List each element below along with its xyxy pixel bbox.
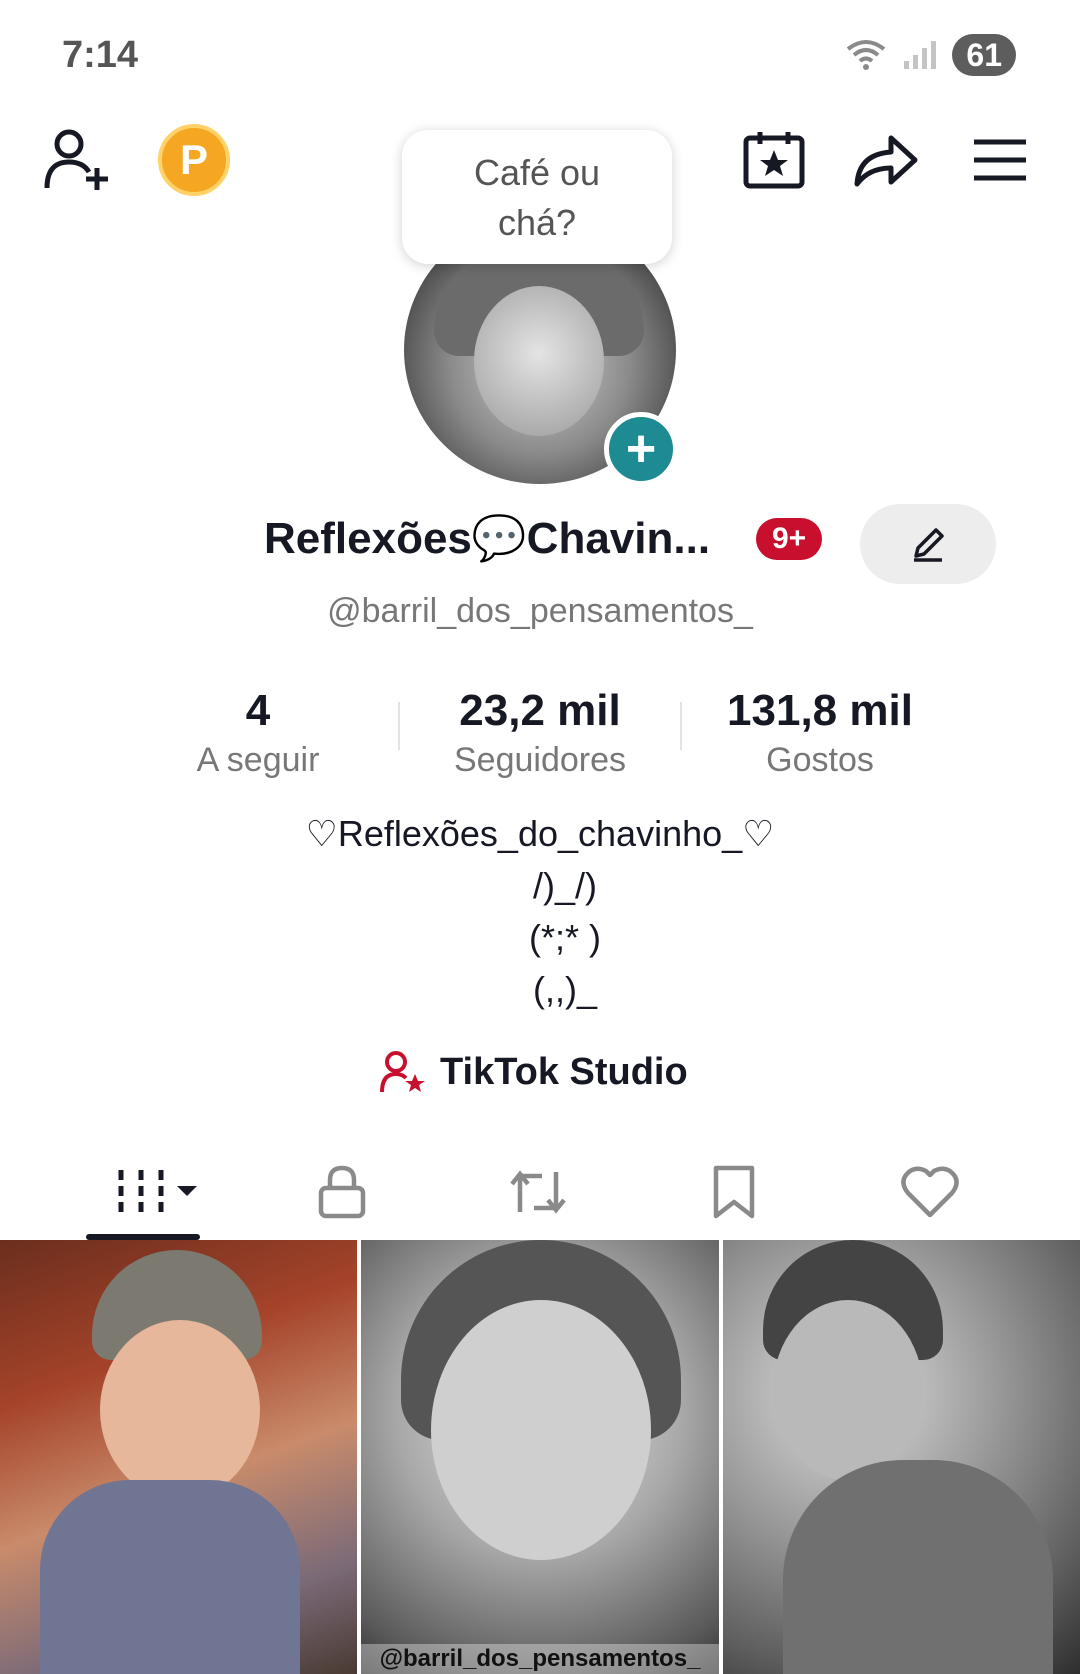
status-bar: 7:14 61 [0,0,1080,110]
pencil-icon [914,528,944,562]
lock-icon [318,1165,366,1219]
share-button[interactable] [846,120,926,200]
stat-following-label: A seguir [196,741,320,779]
avatar-face [474,286,604,436]
stats-row: 4 A seguir 23,2 mil Seguidores 131,8 mil… [0,684,1080,784]
edit-profile-button[interactable] [860,504,996,584]
thumbnail-shirt [40,1480,300,1674]
tab-saved[interactable] [684,1154,784,1230]
video-thumbnail[interactable]: @barril_dos_pensamentos_ [361,1240,719,1674]
calendar-star-icon [743,132,805,189]
thumbnail-face [431,1300,652,1560]
menu-button[interactable] [960,120,1040,200]
stat-followers-label: Seguidores [453,741,626,779]
person-star-icon [380,1051,425,1093]
heart-icon [901,1166,959,1218]
video-grid: @barril_dos_pensamentos_ [0,1240,1080,1674]
note-text: Café ou chá? [473,152,601,243]
tiktok-studio-label: TikTok Studio [440,1050,688,1093]
coins-button[interactable]: P [158,124,230,196]
status-icons: 61 [844,34,1016,76]
bio: ♡Reflexões_do_chavinho_♡ /)_/) (*;* ) (,… [305,813,775,1010]
repost-icon [510,1170,566,1214]
content-tabs [0,1140,1080,1240]
stat-followers-value: 23,2 mil [459,686,621,735]
notification-badge[interactable]: 9+ [756,518,823,560]
stat-divider [680,702,682,750]
tab-private[interactable] [292,1154,392,1230]
signal-icon [904,41,937,69]
tab-reposts[interactable] [488,1154,588,1230]
stat-followers[interactable]: 23,2 mil Seguidores [420,684,660,782]
share-icon [854,135,918,187]
thumbnail-body [782,1460,1053,1674]
note-bubble[interactable]: Café ou chá? [402,130,672,264]
stat-following-value: 4 [245,686,271,735]
stat-likes[interactable]: 131,8 mil Gostos [700,684,940,782]
video-thumbnail[interactable] [722,1240,1080,1674]
status-time: 7:14 [62,34,139,76]
video-thumbnail[interactable] [0,1240,358,1674]
stat-likes-label: Gostos [766,741,874,779]
grid-videos-icon [118,1170,197,1214]
thumbnail-face [100,1320,260,1500]
name-row: Reflexões💬Chavin... 9+ [0,504,1080,584]
plus-icon: + [625,420,657,478]
add-story-button[interactable]: + [604,412,678,486]
tab-videos[interactable] [106,1154,206,1230]
add-friend-button[interactable] [38,120,118,200]
battery-indicator: 61 [952,34,1016,76]
stat-divider [398,702,400,750]
stat-likes-value: 131,8 mil [727,686,913,735]
tiktok-studio-button[interactable]: TikTok Studio [380,1044,688,1100]
person-add-icon [44,129,108,190]
calendar-star-button[interactable] [734,120,814,200]
bookmark-icon [713,1165,755,1219]
wifi-icon [847,40,886,70]
menu-icon [974,139,1026,181]
thumbnail-face [772,1300,923,1480]
tab-liked[interactable] [880,1154,980,1230]
video-caption: @barril_dos_pensamentos_ [361,1644,719,1674]
display-name: Reflexões💬Chavin... [264,514,711,563]
username: @barril_dos_pensamentos_ [327,592,753,630]
stat-following[interactable]: 4 A seguir [158,684,358,782]
